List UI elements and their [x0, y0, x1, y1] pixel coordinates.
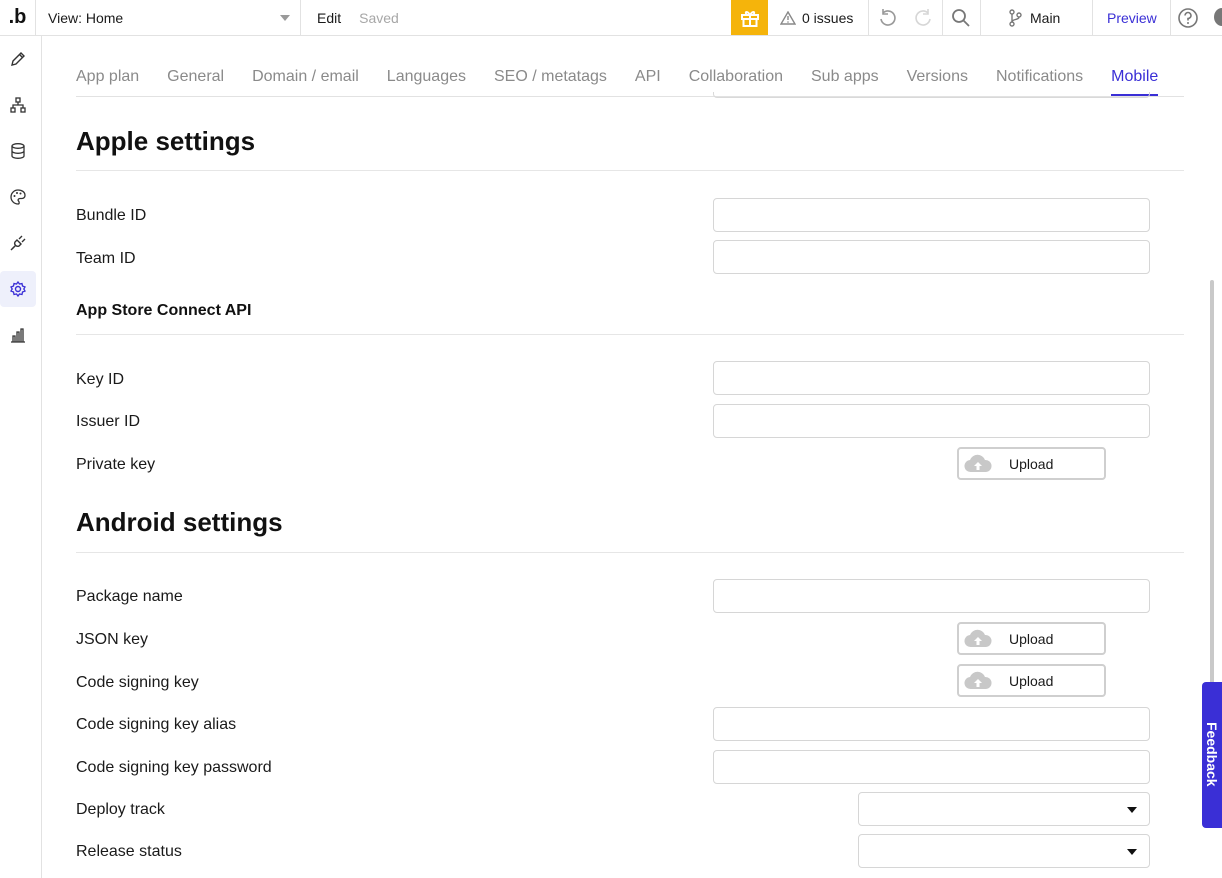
code-signing-key-label: Code signing key: [76, 674, 199, 691]
search-icon: [952, 8, 970, 27]
tab-versions[interactable]: Versions: [907, 58, 968, 96]
sidebar-item-plugins[interactable]: [0, 225, 36, 261]
tab-languages[interactable]: Languages: [387, 58, 466, 96]
issues-count: 0 issues: [802, 9, 854, 26]
tab-app-plan[interactable]: App plan: [76, 58, 139, 96]
help-button[interactable]: [1170, 0, 1206, 35]
scrollbar[interactable]: [1210, 280, 1214, 700]
divider: [980, 0, 981, 35]
sidebar-item-data[interactable]: [0, 133, 36, 169]
key-id-label: Key ID: [76, 371, 125, 388]
code-signing-key-upload-button[interactable]: Upload: [957, 664, 1106, 697]
upload-label: Upload: [1009, 455, 1054, 472]
gift-button[interactable]: [731, 0, 768, 35]
package-name-input[interactable]: [713, 579, 1150, 613]
edit-menu[interactable]: Edit: [317, 10, 341, 26]
left-sidebar: [0, 36, 42, 878]
divider: [1092, 0, 1093, 35]
tab-api[interactable]: API: [635, 58, 661, 96]
code-signing-alias-label: Code signing key alias: [76, 716, 237, 733]
view-dropdown[interactable]: View: Home: [36, 0, 301, 36]
tab-domain-email[interactable]: Domain / email: [252, 58, 359, 96]
json-key-label: JSON key: [76, 631, 149, 648]
sidebar-item-logs[interactable]: [0, 317, 36, 353]
cloud-upload-icon: [959, 629, 997, 649]
divider: [76, 552, 1184, 553]
branch-label: Main: [1030, 9, 1061, 26]
sidebar-item-design[interactable]: [0, 41, 36, 77]
deploy-track-label: Deploy track: [76, 801, 165, 818]
sidebar-item-settings[interactable]: [0, 271, 36, 307]
view-dropdown-label: View: Home: [48, 9, 124, 26]
package-name-label: Package name: [76, 588, 183, 605]
branch-selector[interactable]: Main: [1008, 0, 1060, 35]
undo-button[interactable]: [869, 0, 905, 35]
branch-icon: [1009, 8, 1022, 27]
upload-label: Upload: [1009, 672, 1054, 689]
app-store-connect-title: App Store Connect API: [76, 302, 252, 319]
sidebar-item-styles[interactable]: [0, 179, 36, 215]
caret-down-icon: [1127, 849, 1137, 855]
settings-icon: [10, 280, 26, 298]
code-signing-password-input[interactable]: [713, 750, 1150, 784]
issues-button[interactable]: 0 issues: [780, 0, 853, 35]
redo-icon: [915, 8, 931, 26]
save-status: Saved: [359, 9, 399, 26]
tab-seo-metatags[interactable]: SEO / metatags: [494, 58, 607, 96]
divider: [76, 334, 1184, 335]
android-settings-title: Android settings: [76, 507, 283, 537]
caret-down-icon: [1127, 807, 1137, 813]
deploy-track-dropdown[interactable]: [858, 792, 1150, 826]
code-signing-alias-input[interactable]: [713, 707, 1150, 741]
apple-settings-title: Apple settings: [76, 126, 256, 156]
issuer-id-label: Issuer ID: [76, 413, 141, 430]
chevron-down-icon: [280, 14, 290, 21]
undo-icon: [880, 8, 896, 26]
pencil-icon: [11, 52, 25, 66]
help-icon: [1178, 7, 1198, 28]
tab-general[interactable]: General: [167, 58, 224, 96]
issuer-id-input[interactable]: [713, 404, 1150, 438]
scrolled-input-edge: [713, 92, 1150, 98]
release-status-dropdown[interactable]: [858, 834, 1150, 868]
workflow-icon: [10, 97, 26, 113]
private-key-label: Private key: [76, 456, 156, 473]
sidebar-item-workflow[interactable]: [0, 87, 36, 123]
key-id-input[interactable]: [713, 361, 1150, 395]
tab-mobile[interactable]: Mobile: [1111, 58, 1159, 96]
database-icon: [11, 143, 25, 159]
app-logo[interactable]: .b: [0, 0, 36, 36]
tab-sub-apps[interactable]: Sub apps: [811, 58, 879, 96]
search-button[interactable]: [943, 0, 979, 35]
bundle-id-input[interactable]: [713, 198, 1150, 232]
bundle-id-label: Bundle ID: [76, 207, 147, 224]
feedback-label: Feedback: [1204, 722, 1220, 787]
preview-button[interactable]: Preview: [1107, 0, 1157, 35]
team-id-label: Team ID: [76, 250, 136, 267]
release-status-label: Release status: [76, 843, 182, 860]
tab-notifications[interactable]: Notifications: [996, 58, 1083, 96]
divider: [76, 170, 1184, 171]
upload-label: Upload: [1009, 630, 1054, 647]
feedback-tab[interactable]: Feedback: [1202, 682, 1222, 828]
cloud-upload-icon: [959, 454, 997, 474]
private-key-upload-button[interactable]: Upload: [957, 447, 1106, 480]
json-key-upload-button[interactable]: Upload: [957, 622, 1106, 655]
cloud-upload-icon: [959, 671, 997, 691]
code-signing-password-label: Code signing key password: [76, 759, 272, 776]
team-id-input[interactable]: [713, 240, 1150, 274]
palette-icon: [10, 189, 26, 205]
analytics-icon: [11, 328, 25, 343]
warning-icon: [780, 10, 796, 25]
plugin-icon: [10, 235, 26, 251]
gift-icon: [740, 10, 759, 27]
redo-button[interactable]: [906, 0, 942, 35]
tab-collaboration[interactable]: Collaboration: [689, 58, 783, 96]
